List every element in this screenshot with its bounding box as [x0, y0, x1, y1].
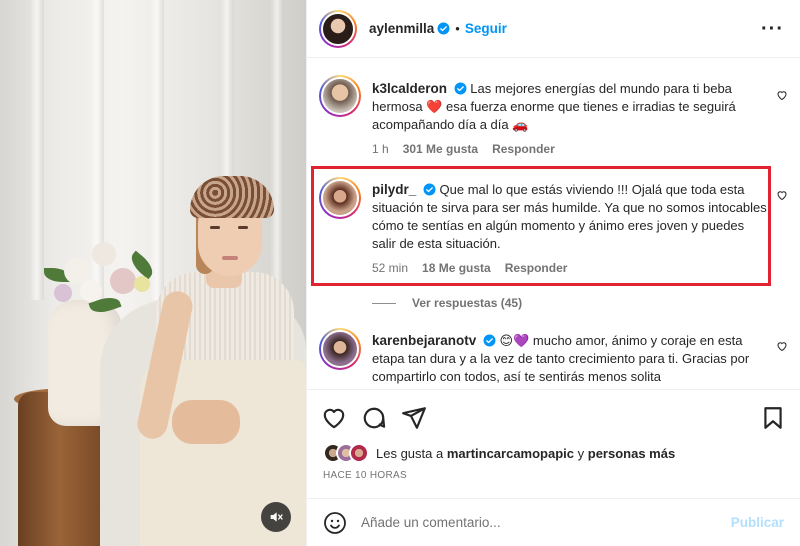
- separator-dot: •: [455, 21, 460, 36]
- heart-icon[interactable]: [321, 405, 347, 431]
- person-mouth: [222, 256, 238, 260]
- liker-avatar: [349, 443, 369, 463]
- view-replies-button[interactable]: Ver respuestas (45): [372, 296, 522, 310]
- emoji-icon[interactable]: [323, 511, 347, 535]
- comment-likes[interactable]: 301 Me gusta: [403, 142, 478, 156]
- post-video[interactable]: [0, 0, 306, 546]
- like-comment-heart-icon[interactable]: [776, 340, 788, 352]
- author-avatar[interactable]: [319, 9, 357, 48]
- post-header: aylenmilla • Seguir ···: [307, 0, 800, 58]
- like-comment-heart-icon[interactable]: [776, 89, 788, 101]
- comments-list[interactable]: k3lcalderon Las mejores energías del mun…: [307, 58, 800, 389]
- verified-badge-icon: [437, 22, 450, 35]
- curtain-fold: [270, 0, 284, 300]
- publish-button[interactable]: Publicar: [731, 515, 784, 530]
- commenter-username[interactable]: karenbejaranotv: [372, 333, 476, 348]
- replies-divider: [372, 302, 396, 304]
- share-icon[interactable]: [401, 405, 427, 431]
- comment-body: pilydr_ Que mal lo que estás viviendo !!…: [372, 181, 770, 253]
- commenter-avatar[interactable]: [319, 177, 361, 219]
- post-timestamp[interactable]: HACE 10 HORAS: [323, 470, 407, 481]
- person-eye: [238, 226, 248, 229]
- comment-meta: 52 min 18 Me gusta Responder: [372, 261, 567, 275]
- mute-button[interactable]: [261, 502, 291, 532]
- like-comment-heart-icon[interactable]: [776, 189, 788, 201]
- reply-button[interactable]: Responder: [492, 142, 555, 156]
- likes-summary[interactable]: Les gusta a martincarcamopapic y persona…: [323, 443, 675, 463]
- comment-input[interactable]: [361, 515, 721, 530]
- person-eye: [210, 226, 220, 229]
- view-replies-label: Ver respuestas (45): [412, 296, 523, 310]
- comment-composer: Publicar: [307, 498, 800, 546]
- comment-body: k3lcalderon Las mejores energías del mun…: [372, 80, 770, 134]
- likes-prefix: Les gusta a: [376, 445, 444, 461]
- author-username[interactable]: aylenmilla: [369, 21, 434, 36]
- follow-button[interactable]: Seguir: [465, 21, 507, 36]
- speaker-muted-icon: [270, 512, 283, 522]
- verified-badge-icon: [454, 82, 467, 95]
- comment-time[interactable]: 52 min: [372, 261, 408, 275]
- commenter-avatar[interactable]: [319, 328, 361, 370]
- verified-badge-icon: [423, 183, 436, 196]
- commenter-username[interactable]: k3lcalderon: [372, 81, 447, 96]
- commenter-avatar[interactable]: [319, 75, 361, 117]
- more-options-icon[interactable]: ···: [761, 18, 784, 41]
- reply-button[interactable]: Responder: [505, 261, 568, 275]
- post-actions: [307, 389, 800, 441]
- person-hands: [172, 400, 240, 444]
- commenter-username[interactable]: pilydr_: [372, 182, 416, 197]
- comment-meta: 1 h 301 Me gusta Responder: [372, 142, 555, 156]
- likes-others[interactable]: personas más: [588, 446, 675, 461]
- likes-connector: y: [577, 445, 585, 461]
- comment-body: karenbejaranotv 😊💜 mucho amor, ánimo y c…: [372, 332, 770, 386]
- comment-likes[interactable]: 18 Me gusta: [422, 261, 491, 275]
- bookmark-icon[interactable]: [760, 405, 786, 431]
- head-scarf: [190, 176, 274, 218]
- post-panel: aylenmilla • Seguir ··· k3lcalderon Las …: [306, 0, 800, 546]
- verified-badge-icon: [483, 334, 496, 347]
- liker-username[interactable]: martincarcamopapic: [447, 446, 574, 461]
- comment-time[interactable]: 1 h: [372, 142, 389, 156]
- comment-icon[interactable]: [361, 405, 387, 431]
